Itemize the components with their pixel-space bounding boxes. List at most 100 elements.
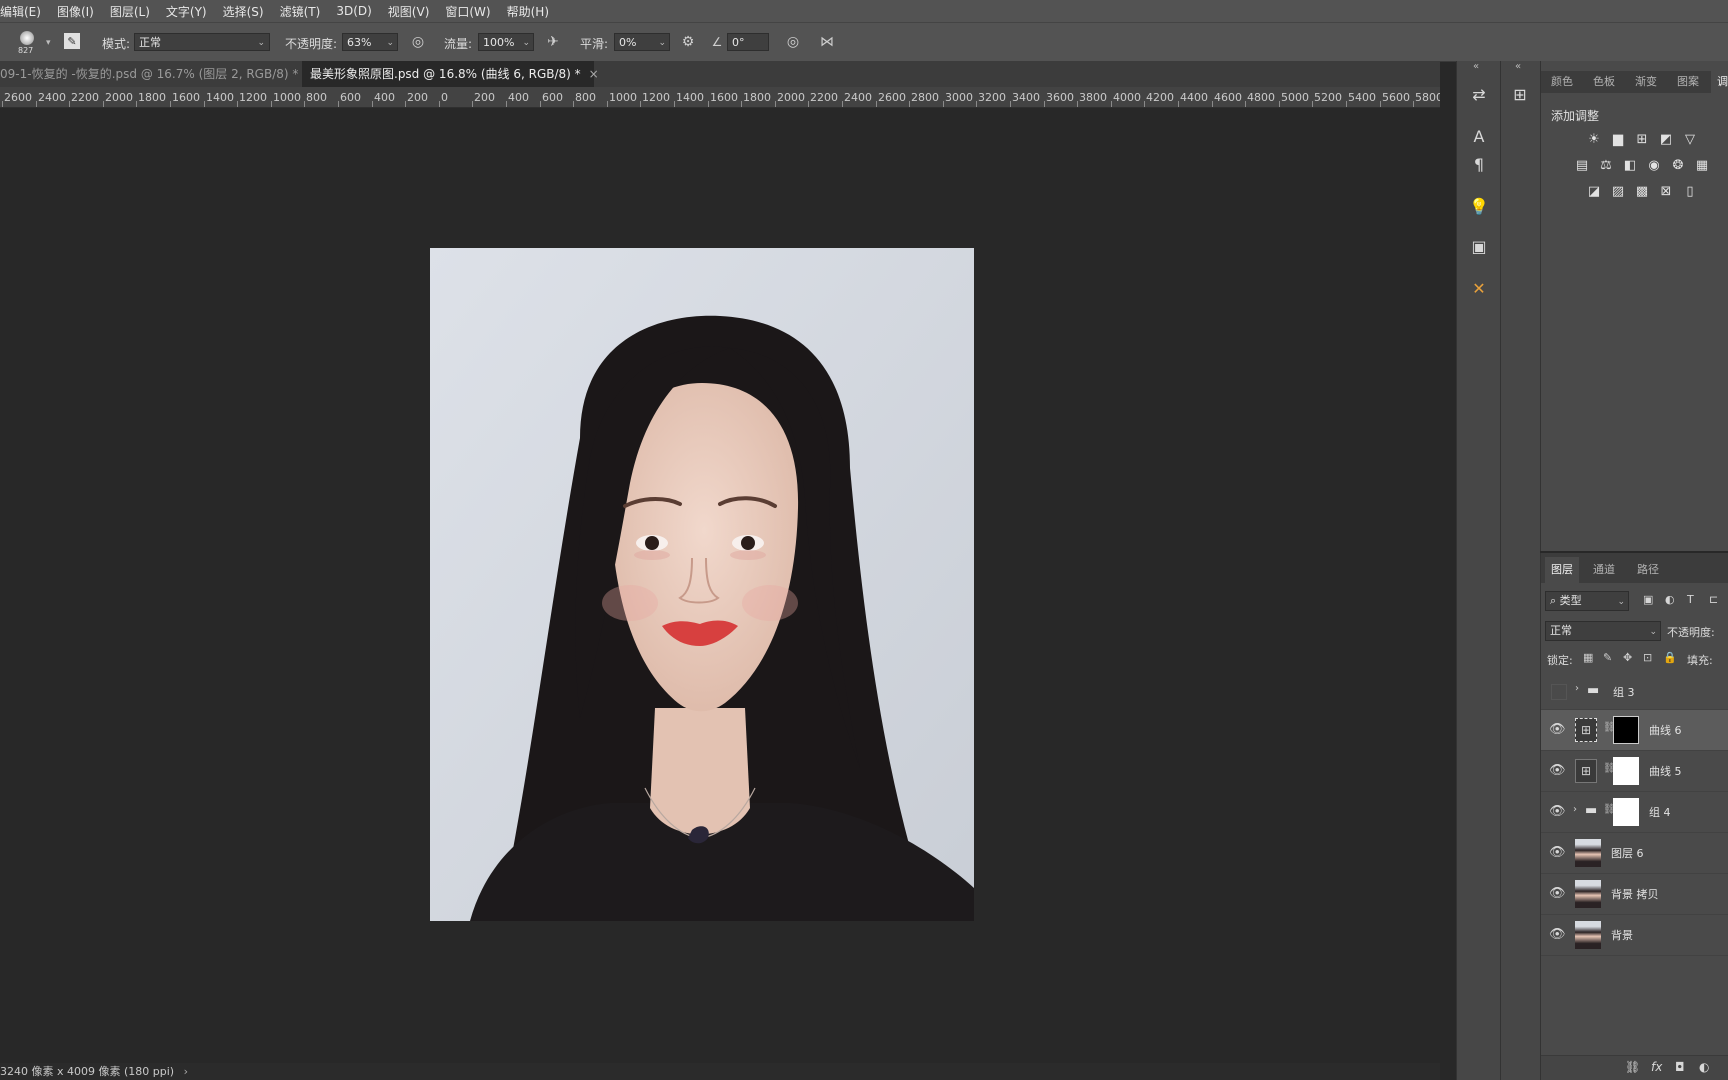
adjustment-layer-icon[interactable]: ◐ — [1699, 1060, 1709, 1074]
chevron-right-icon[interactable]: › — [1573, 804, 1577, 815]
tab-gradients[interactable]: 渐变 — [1629, 71, 1663, 93]
properties-icon[interactable]: ▣ — [1466, 233, 1492, 259]
tab-channels[interactable]: 通道 — [1587, 557, 1621, 583]
layer-row-group4[interactable]: 👁 › ▬ ⛓ 组 4 — [1541, 792, 1728, 833]
menu-help[interactable]: 帮助(H) — [499, 3, 557, 20]
eye-icon[interactable]: 👁 — [1549, 927, 1566, 943]
pressure-opacity-icon[interactable]: ◎ — [409, 33, 427, 51]
invert-icon[interactable]: ◪ — [1585, 183, 1603, 199]
tab-document-1[interactable]: 09-1-恢复的 -恢复的.psd @ 16.7% (图层 2, RGB/8) … — [0, 61, 316, 87]
eye-icon[interactable]: 👁 — [1549, 804, 1566, 820]
lock-transparent-icon[interactable]: ▦ — [1583, 651, 1593, 664]
tab-adjustments[interactable]: 调 — [1711, 71, 1728, 93]
pressure-size-icon[interactable]: ◎ — [784, 33, 802, 51]
chevron-right-icon[interactable]: › — [184, 1065, 188, 1078]
selective-color-icon[interactable]: ⊠ — [1657, 183, 1675, 199]
fx-icon[interactable]: fx — [1651, 1060, 1662, 1074]
eye-icon[interactable]: 👁 — [1549, 845, 1566, 861]
menu-edit[interactable]: 编辑(E) — [0, 3, 49, 20]
brush-settings-icon[interactable]: ✎ — [64, 33, 80, 49]
layer-row-layer6[interactable]: 👁 图层 6 — [1541, 833, 1728, 874]
lightbulb-icon[interactable]: 💡 — [1466, 193, 1492, 219]
black-white-icon[interactable]: ◧ — [1621, 157, 1639, 173]
gear-icon[interactable]: ⚙ — [679, 33, 697, 51]
menu-image[interactable]: 图像(I) — [49, 3, 102, 20]
filter-pixel-icon[interactable]: ▣ — [1643, 593, 1653, 606]
opacity-field[interactable]: 63% ⌄ — [342, 33, 398, 51]
levels-icon[interactable]: ▆ — [1609, 131, 1627, 147]
lock-image-icon[interactable]: ✎ — [1603, 651, 1612, 664]
visibility-toggle[interactable] — [1551, 684, 1567, 700]
blend-mode-select[interactable]: 正常 ⌄ — [1545, 621, 1661, 641]
collapse-icon[interactable]: « — [1473, 61, 1479, 72]
airbrush-icon[interactable]: ✈ — [544, 33, 562, 51]
layer-name[interactable]: 背景 — [1611, 927, 1633, 943]
layer-mask-thumbnail[interactable] — [1613, 798, 1639, 826]
symmetry-icon[interactable]: ⋈ — [818, 33, 836, 51]
layer-row-background-copy[interactable]: 👁 背景 拷贝 — [1541, 874, 1728, 915]
add-mask-icon[interactable]: ◘ — [1675, 1060, 1685, 1074]
photo-filter-icon[interactable]: ◉ — [1645, 157, 1663, 173]
color-balance-icon[interactable]: ⚖ — [1597, 157, 1615, 173]
tab-patterns[interactable]: 图案 — [1671, 71, 1705, 93]
smoothing-field[interactable]: 0% ⌄ — [614, 33, 670, 51]
curves-icon[interactable]: ⊞ — [1633, 131, 1651, 147]
layer-name[interactable]: 组 4 — [1649, 804, 1671, 820]
tab-paths[interactable]: 路径 — [1631, 557, 1665, 583]
document-info[interactable]: 3240 像素 x 4009 像素 (180 ppi) — [0, 1065, 174, 1078]
collapse-icon[interactable]: « — [1515, 61, 1521, 72]
layer-mask-thumbnail[interactable] — [1613, 757, 1639, 785]
character-icon[interactable]: A — [1466, 123, 1492, 149]
menu-view[interactable]: 视图(V) — [380, 3, 438, 20]
filter-shape-icon[interactable]: ⊏ — [1709, 593, 1718, 606]
posterize-icon[interactable]: ▨ — [1609, 183, 1627, 199]
menu-window[interactable]: 窗口(W) — [437, 3, 498, 20]
layer-row-curves5[interactable]: 👁 ⊞ ⛓ 曲线 5 — [1541, 751, 1728, 792]
menu-filter[interactable]: 滤镜(T) — [272, 3, 329, 20]
chevron-right-icon[interactable]: › — [1575, 683, 1579, 694]
layer-row-curves6[interactable]: 👁 ⊞ ⛓ 曲线 6 — [1541, 710, 1728, 751]
layer-name[interactable]: 组 3 — [1613, 684, 1635, 700]
layer-filter-select[interactable]: ⌕ 类型 ⌄ — [1545, 591, 1629, 611]
tab-swatches[interactable]: 色板 — [1587, 71, 1621, 93]
color-lookup-icon[interactable]: ▦ — [1693, 157, 1711, 173]
tab-layers[interactable]: 图层 — [1545, 557, 1579, 583]
brightness-icon[interactable]: ☀ — [1585, 131, 1603, 147]
layer-row-background[interactable]: 👁 背景 — [1541, 915, 1728, 956]
mode-select[interactable]: 正常 ⌄ — [134, 33, 270, 51]
layer-name[interactable]: 曲线 6 — [1649, 722, 1682, 738]
layer-name[interactable]: 曲线 5 — [1649, 763, 1682, 779]
menu-layer[interactable]: 图层(L) — [102, 3, 158, 20]
lock-all-icon[interactable]: 🔒 — [1663, 651, 1677, 664]
tools-icon[interactable]: ✕ — [1466, 275, 1492, 301]
vibrance-icon[interactable]: ▽ — [1681, 131, 1699, 147]
threshold-icon[interactable]: ▩ — [1633, 183, 1651, 199]
menu-type[interactable]: 文字(Y) — [158, 3, 215, 20]
close-icon[interactable]: × — [589, 67, 599, 81]
flow-field[interactable]: 100% ⌄ — [478, 33, 534, 51]
tab-document-2[interactable]: 最美形象照原图.psd @ 16.8% (曲线 6, RGB/8) * × — [302, 61, 599, 87]
gradient-map-icon[interactable]: ▯ — [1681, 183, 1699, 199]
eye-icon[interactable]: 👁 — [1549, 722, 1566, 738]
hue-saturation-icon[interactable]: ▤ — [1573, 157, 1591, 173]
menu-select[interactable]: 选择(S) — [215, 3, 272, 20]
tab-color[interactable]: 颜色 — [1545, 71, 1579, 93]
lock-artboard-icon[interactable]: ⊡ — [1643, 651, 1652, 664]
filter-adjustment-icon[interactable]: ◐ — [1665, 593, 1675, 606]
exposure-icon[interactable]: ◩ — [1657, 131, 1675, 147]
portrait-image[interactable] — [430, 248, 974, 921]
history-icon[interactable]: ⇄ — [1466, 81, 1492, 107]
libraries-icon[interactable]: ⊞ — [1507, 81, 1533, 107]
eye-icon[interactable]: 👁 — [1549, 763, 1566, 779]
layer-name[interactable]: 图层 6 — [1611, 845, 1644, 861]
eye-icon[interactable]: 👁 — [1549, 886, 1566, 902]
layer-name[interactable]: 背景 拷贝 — [1611, 886, 1659, 902]
lock-position-icon[interactable]: ✥ — [1623, 651, 1632, 664]
layer-mask-thumbnail[interactable] — [1613, 716, 1639, 744]
layer-row-group3[interactable]: › ▬ 组 3 — [1541, 675, 1728, 710]
link-layers-icon[interactable]: ⛓ — [1625, 1060, 1640, 1074]
paragraph-icon[interactable]: ¶ — [1466, 151, 1492, 177]
angle-field[interactable]: 0° — [727, 33, 769, 51]
channel-mixer-icon[interactable]: ❂ — [1669, 157, 1687, 173]
menu-3d[interactable]: 3D(D) — [328, 4, 379, 18]
